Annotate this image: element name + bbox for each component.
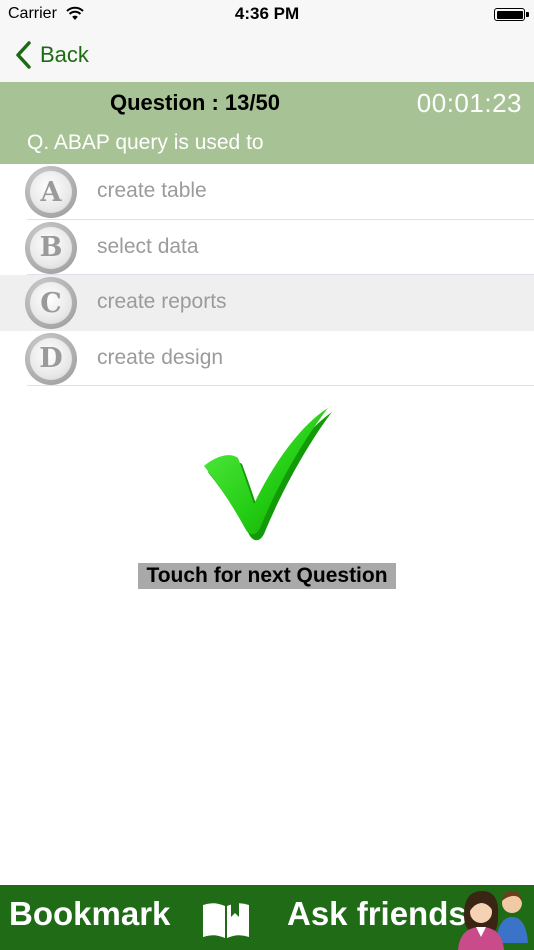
next-question-label: Touch for next Question [146,564,388,587]
checkmark-icon [204,408,332,541]
bookmark-label: Bookmark [9,895,171,932]
option-b-badge-icon: B [25,221,77,274]
option-letter: C [40,287,62,319]
status-bar: Carrier 4:36 PM [0,0,534,30]
ask-friends-label: Ask friends [287,895,467,932]
question-header: Question : 13/50 00:01:23 Q. ABAP query … [0,82,534,164]
option-d[interactable]: D create design [0,331,534,386]
question-counter: Question : 13/50 [110,90,280,115]
next-question-button[interactable]: Touch for next Question [138,563,396,589]
bottom-bar: Bookmark Ask friends [0,885,534,950]
option-text: create design [97,345,224,369]
chevron-left-icon [16,41,31,69]
back-button[interactable]: Back [14,40,89,70]
battery-icon [494,8,525,21]
option-letter: D [39,343,63,374]
option-a[interactable]: A create table [0,164,534,220]
status-time: 4:36 PM [234,4,300,23]
answer-options: A create table B select data C create re… [0,164,534,386]
question-text: Q. ABAP query is used to [27,131,264,154]
option-d-badge-icon: D [25,332,77,385]
option-b[interactable]: B select data [0,220,534,275]
ask-friends-button[interactable]: Ask friends [270,885,534,950]
book-icon [203,903,249,938]
option-a-badge-icon: A [25,166,77,218]
option-text: create table [97,179,207,202]
divider [27,385,534,386]
timer: 00:01:23 [416,88,522,118]
option-text: create reports [97,290,227,313]
bookmark-button[interactable]: Bookmark [0,885,270,950]
option-c[interactable]: C create reports [0,275,534,331]
nav-bar: Back [0,30,534,82]
back-label: Back [40,42,89,67]
option-text: select data [97,234,199,258]
friends-icon [458,890,528,950]
option-letter: B [39,232,63,263]
battery-nub [526,12,529,17]
option-letter: A [40,176,62,208]
option-c-badge-icon: C [25,277,77,329]
